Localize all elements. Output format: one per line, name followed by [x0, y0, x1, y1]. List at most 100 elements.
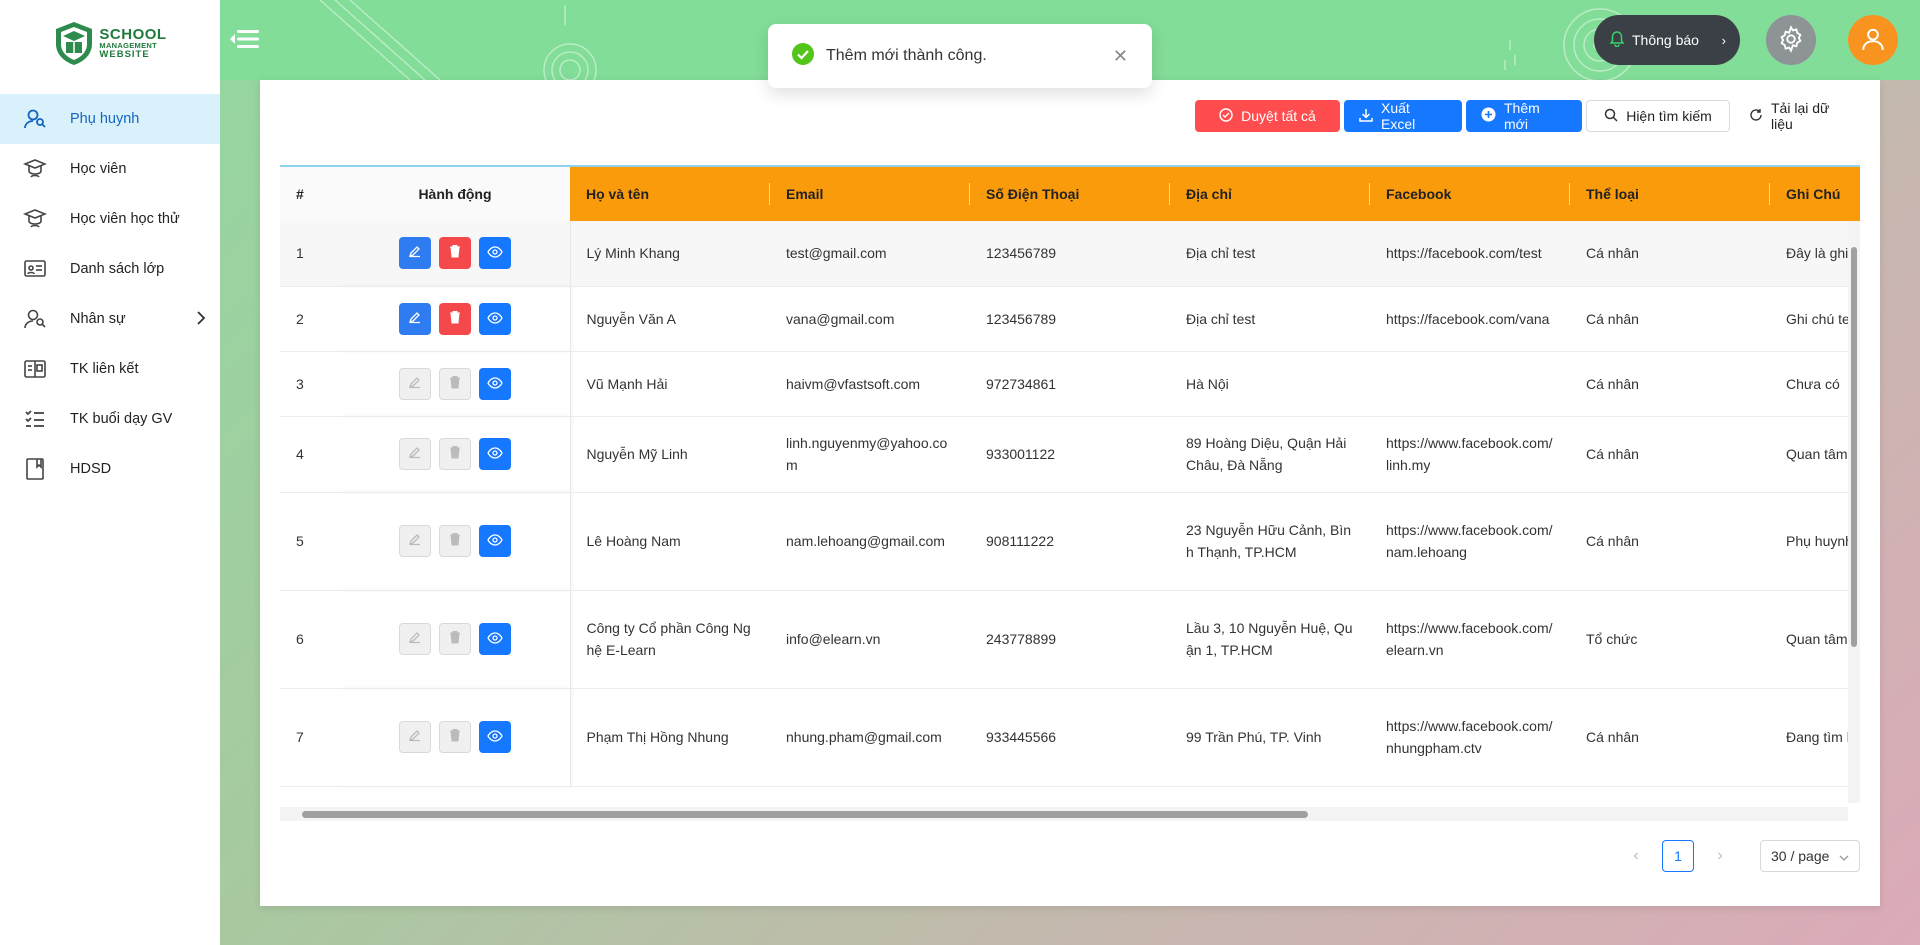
table-row[interactable]: 4 Nguyễn Mỹ Linh linh.nguyenmy@yahoo.com…	[280, 416, 1860, 493]
column-header-phone[interactable]: Số Điện Thoại	[970, 167, 1170, 221]
sidebar-item-label: HDSD	[70, 461, 112, 477]
trash-icon	[449, 373, 461, 395]
cell-email: linh.nguyenmy@yahoo.com	[770, 416, 970, 493]
cell-facebook: https://facebook.com/test	[1370, 221, 1570, 287]
sidebar-item-danh-sach-lop[interactable]: Danh sách lớp	[0, 244, 220, 294]
table-header-row: # Hành động Họ và tên Email Số Điện Thoạ…	[280, 167, 1860, 221]
cell-no: 5	[280, 492, 340, 591]
view-button[interactable]	[478, 302, 511, 335]
user-avatar-button[interactable]	[1848, 15, 1898, 65]
sidebar-item-nhan-su[interactable]: Nhân sự	[0, 294, 220, 344]
close-icon[interactable]: ✕	[1113, 46, 1128, 67]
cell-note: Đang tìm hiểu chươn trình toán tư duy ch…	[1770, 688, 1860, 787]
pencil-icon	[408, 628, 422, 650]
cell-email: nam.lehoang@gmail.com	[770, 492, 970, 591]
cell-note: Đây là ghi chú test	[1770, 221, 1860, 287]
cell-note: Chưa có	[1770, 351, 1860, 417]
sidebar-item-tk-buoi-day-gv[interactable]: TK buổi dạy GV	[0, 394, 220, 444]
sidebar-item-phu-huynh[interactable]: Phụ huynh	[0, 94, 220, 144]
cell-address: Hà Nội	[1170, 351, 1370, 417]
cell-actions	[340, 492, 571, 591]
sidebar-item-label: Học viên	[70, 161, 127, 177]
trash-icon	[449, 628, 461, 650]
table-row[interactable]: 3 Vũ Mạnh Hải haivm@vfastsoft.com 972734…	[280, 351, 1860, 417]
column-header-facebook[interactable]: Facebook	[1370, 167, 1570, 221]
table-row[interactable]: 6 Công ty Cổ phần Công Nghệ E-Learn info…	[280, 590, 1860, 689]
table-row[interactable]: 7 Phạm Thị Hồng Nhung nhung.pham@gmail.c…	[280, 688, 1860, 787]
eye-icon	[487, 242, 503, 264]
eye-icon	[487, 726, 503, 748]
cell-facebook: https://facebook.com/vana	[1370, 286, 1570, 352]
view-button[interactable]	[478, 721, 511, 753]
add-new-button[interactable]: Thêm mới	[1466, 100, 1582, 132]
checklist-icon	[22, 406, 48, 432]
page-size-value: 30 / page	[1771, 848, 1830, 864]
prev-page-icon[interactable]: ‹	[1620, 847, 1652, 865]
chevron-right-icon: ›	[1721, 32, 1726, 48]
cell-actions	[340, 286, 571, 352]
view-button[interactable]	[478, 623, 511, 655]
page-1-button[interactable]: 1	[1662, 840, 1694, 872]
edit-button[interactable]	[398, 237, 431, 270]
success-toast: Thêm mới thành công. ✕	[768, 24, 1152, 88]
cell-facebook: https://www.facebook.com/elearn.vn	[1370, 590, 1570, 689]
column-header-no: #	[280, 167, 340, 221]
graduate-icon	[22, 156, 48, 182]
pencil-icon	[408, 530, 422, 552]
eye-icon	[487, 443, 503, 465]
settings-button[interactable]	[1766, 15, 1816, 65]
sidebar-item-label: Danh sách lớp	[70, 261, 165, 277]
view-button[interactable]	[478, 438, 511, 470]
page-size-select[interactable]: 30 / page	[1760, 840, 1860, 872]
delete-button[interactable]	[438, 237, 471, 270]
toast-message: Thêm mới thành công.	[826, 47, 987, 64]
horizontal-scroll-thumb[interactable]	[302, 811, 1308, 818]
cell-address: 99 Trần Phú, TP. Vinh	[1170, 688, 1370, 787]
table-row[interactable]: 1 Lý Minh Khang test@gmail.com 123456789…	[280, 221, 1860, 287]
column-header-type[interactable]: Thể loại	[1570, 167, 1770, 221]
cell-facebook: https://www.facebook.com/nam.lehoang	[1370, 492, 1570, 591]
show-search-button[interactable]: Hiện tìm kiếm	[1586, 100, 1730, 132]
delete-button[interactable]	[438, 302, 471, 335]
approve-all-button[interactable]: Duyệt tất cả	[1195, 100, 1340, 132]
reload-data-button[interactable]: Tải lại dữ liệu	[1734, 100, 1862, 132]
cell-address: 23 Nguyễn Hữu Cảnh, Bình Thạnh, TP.HCM	[1170, 492, 1370, 591]
delete-button	[438, 721, 471, 753]
trash-icon	[449, 443, 461, 465]
sidebar-item-hoc-vien-hoc-thu[interactable]: Học viên học thử	[0, 194, 220, 244]
view-button[interactable]	[478, 237, 511, 270]
vertical-scroll-thumb[interactable]	[1851, 247, 1857, 647]
pagination: ‹ 1 › 30 / page	[1620, 840, 1860, 872]
horizontal-scrollbar[interactable]	[280, 807, 1848, 821]
column-header-note[interactable]: Ghi Chú	[1770, 167, 1860, 221]
cell-type: Cá nhân	[1570, 351, 1770, 417]
notification-button[interactable]: Thông báo ›	[1594, 15, 1740, 65]
menu-toggle-icon[interactable]	[228, 26, 262, 55]
view-button[interactable]	[478, 367, 511, 400]
edit-button[interactable]	[398, 302, 431, 335]
sidebar-item-hdsd[interactable]: HDSD	[0, 444, 220, 494]
approve-all-label: Duyệt tất cả	[1241, 108, 1316, 124]
sidebar-item-tk-lien-ket[interactable]: TK liên kết	[0, 344, 220, 394]
table-row[interactable]: 5 Lê Hoàng Nam nam.lehoang@gmail.com 908…	[280, 492, 1860, 591]
column-header-name[interactable]: Họ và tên	[570, 167, 770, 221]
table-row[interactable]: 2 Nguyễn Văn A vana@gmail.com 123456789 …	[280, 286, 1860, 352]
school-logo[interactable]: SCHOOL MANAGEMENT WEBSITE	[0, 0, 220, 86]
cell-facebook: https://www.facebook.com/nhungpham.ctv	[1370, 688, 1570, 787]
export-excel-button[interactable]: Xuất Excel	[1344, 100, 1462, 132]
eye-icon	[487, 373, 503, 395]
cell-phone: 933001122	[970, 416, 1170, 493]
cell-address: 89 Hoàng Diệu, Quận Hải Châu, Đà Nẵng	[1170, 416, 1370, 493]
cell-name: Lý Minh Khang	[570, 221, 770, 287]
pencil-icon	[408, 373, 422, 395]
shield-logo-icon	[53, 20, 95, 66]
column-header-address[interactable]: Địa chỉ	[1170, 167, 1370, 221]
sidebar-item-hoc-vien[interactable]: Học viên	[0, 144, 220, 194]
next-page-icon[interactable]: ›	[1704, 847, 1736, 865]
view-button[interactable]	[478, 525, 511, 557]
vertical-scrollbar[interactable]	[1848, 221, 1860, 803]
chevron-down-icon	[1839, 848, 1849, 864]
pencil-icon	[408, 443, 422, 465]
delete-button	[438, 525, 471, 557]
column-header-email[interactable]: Email	[770, 167, 970, 221]
